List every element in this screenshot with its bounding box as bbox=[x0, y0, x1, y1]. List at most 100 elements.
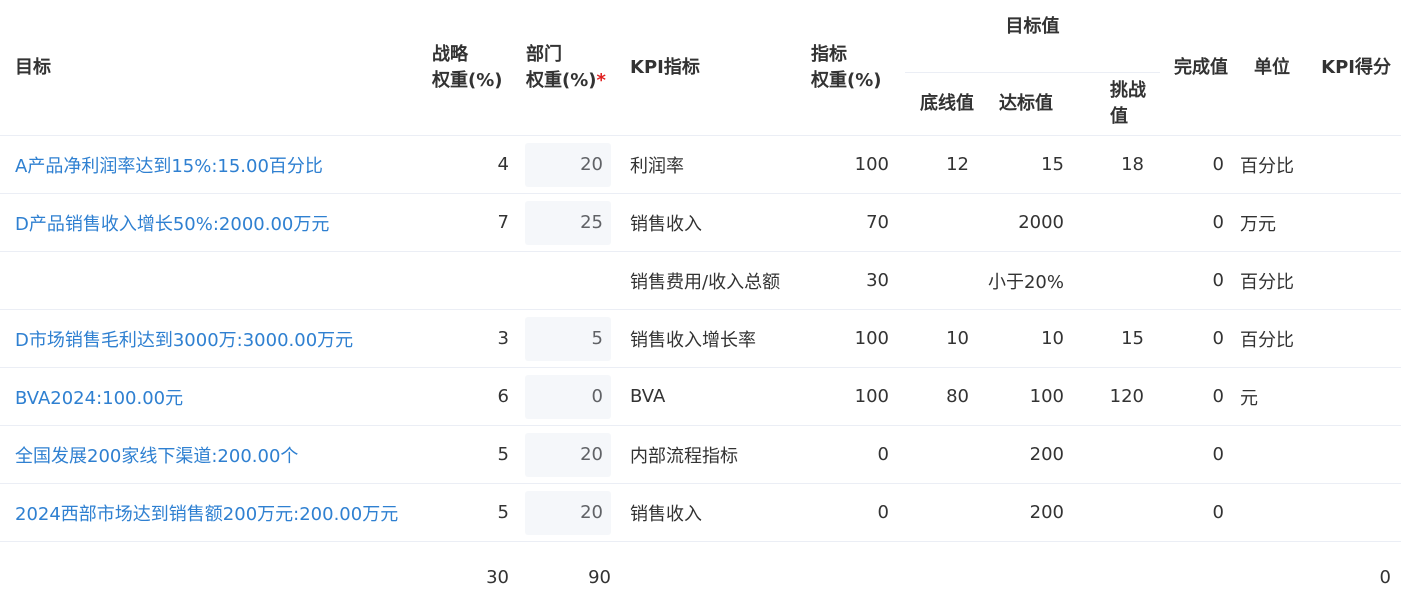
baseline-cell bbox=[905, 483, 985, 542]
completion-cell: 0 bbox=[1160, 309, 1240, 368]
unit-cell bbox=[1240, 483, 1315, 542]
baseline-cell bbox=[905, 425, 985, 484]
unit-cell: 百分比 bbox=[1240, 251, 1315, 310]
index-weight-cell: 100 bbox=[805, 309, 905, 368]
goal-link[interactable]: 2024西部市场达到销售额200万元:200.00万元 bbox=[0, 483, 425, 542]
required-mark: * bbox=[596, 69, 606, 91]
index-weight-cell: 0 bbox=[805, 425, 905, 484]
index-weight-cell: 100 bbox=[805, 135, 905, 194]
index-weight-cell: 70 bbox=[805, 193, 905, 252]
completion-cell: 0 bbox=[1160, 367, 1240, 426]
standard-cell: 小于20% bbox=[985, 251, 1080, 310]
unit-cell: 百分比 bbox=[1240, 309, 1315, 368]
unit-cell: 万元 bbox=[1240, 193, 1315, 252]
totals-row: 30 90 0 bbox=[0, 541, 1401, 600]
table-row: D市场销售毛利达到3000万:3000.00万元 3 5 销售收入增长率 100… bbox=[0, 309, 1401, 368]
dept-weight-cell bbox=[525, 251, 625, 310]
header-dept-weight: 部门 权重(%)* bbox=[525, 0, 625, 136]
dept-weight-input[interactable]: 20 bbox=[525, 483, 625, 542]
dept-weight-input[interactable]: 25 bbox=[525, 193, 625, 252]
header-unit: 单位 bbox=[1254, 56, 1290, 78]
score-cell bbox=[1315, 135, 1401, 194]
goal-link[interactable]: A产品净利润率达到15%:15.00百分比 bbox=[0, 135, 425, 194]
header-dept-weight-line2: 权重(%) bbox=[526, 69, 597, 91]
table-row: 销售费用/收入总额 30 小于20% 0 百分比 bbox=[0, 251, 1401, 310]
completion-cell: 0 bbox=[1160, 193, 1240, 252]
totals-label bbox=[0, 541, 425, 600]
challenge-cell bbox=[1080, 425, 1160, 484]
challenge-cell: 120 bbox=[1080, 367, 1160, 426]
completion-cell: 0 bbox=[1160, 425, 1240, 484]
header-dept-weight-line1: 部门 bbox=[526, 43, 562, 65]
table-row: 全国发展200家线下渠道:200.00个 5 20 内部流程指标 0 200 0 bbox=[0, 425, 1401, 484]
goal-cell bbox=[0, 251, 425, 310]
kpi-cell: 销售收入增长率 bbox=[625, 309, 805, 368]
goal-link[interactable]: 全国发展200家线下渠道:200.00个 bbox=[0, 425, 425, 484]
standard-cell: 15 bbox=[985, 135, 1080, 194]
index-weight-cell: 0 bbox=[805, 483, 905, 542]
challenge-cell: 18 bbox=[1080, 135, 1160, 194]
baseline-cell: 80 bbox=[905, 367, 985, 426]
standard-cell: 2000 bbox=[985, 193, 1080, 252]
challenge-cell bbox=[1080, 483, 1160, 542]
table-row: D产品销售收入增长50%:2000.00万元 7 25 销售收入 70 2000… bbox=[0, 193, 1401, 252]
header-strategy-weight-line2: 权重(%) bbox=[432, 69, 503, 91]
completion-cell: 0 bbox=[1160, 483, 1240, 542]
header-completion: 完成值 bbox=[1174, 56, 1228, 78]
goal-link[interactable]: BVA2024:100.00元 bbox=[0, 367, 425, 426]
challenge-cell bbox=[1080, 251, 1160, 310]
header-kpi-score: KPI得分 bbox=[1321, 56, 1391, 78]
score-cell bbox=[1315, 425, 1401, 484]
completion-cell: 0 bbox=[1160, 251, 1240, 310]
header-baseline: 底线值 bbox=[905, 72, 985, 136]
index-weight-cell: 30 bbox=[805, 251, 905, 310]
score-cell bbox=[1315, 309, 1401, 368]
standard-cell: 200 bbox=[985, 483, 1080, 542]
table-row: BVA2024:100.00元 6 0 BVA 100 80 100 120 0… bbox=[0, 367, 1401, 426]
baseline-cell bbox=[905, 251, 985, 310]
score-cell bbox=[1315, 251, 1401, 310]
score-cell bbox=[1315, 367, 1401, 426]
unit-cell: 百分比 bbox=[1240, 135, 1315, 194]
goal-link[interactable]: D市场销售毛利达到3000万:3000.00万元 bbox=[0, 309, 425, 368]
strategy-weight-cell: 7 bbox=[425, 193, 525, 252]
completion-cell: 0 bbox=[1160, 135, 1240, 194]
kpi-cell: 内部流程指标 bbox=[625, 425, 805, 484]
kpi-cell: 利润率 bbox=[625, 135, 805, 194]
standard-cell: 100 bbox=[985, 367, 1080, 426]
standard-cell: 200 bbox=[985, 425, 1080, 484]
goal-link[interactable]: D产品销售收入增长50%:2000.00万元 bbox=[0, 193, 425, 252]
dept-weight-input[interactable]: 20 bbox=[525, 135, 625, 194]
kpi-cell: BVA bbox=[625, 367, 805, 426]
kpi-cell: 销售收入 bbox=[625, 193, 805, 252]
strategy-weight-cell: 5 bbox=[425, 425, 525, 484]
strategy-weight-cell: 4 bbox=[425, 135, 525, 194]
score-cell bbox=[1315, 483, 1401, 542]
total-dept-weight: 90 bbox=[525, 541, 625, 600]
baseline-cell: 12 bbox=[905, 135, 985, 194]
unit-cell: 元 bbox=[1240, 367, 1315, 426]
header-index-weight-line2: 权重(%) bbox=[811, 69, 882, 91]
standard-cell: 10 bbox=[985, 309, 1080, 368]
table-row: 2024西部市场达到销售额200万元:200.00万元 5 20 销售收入 0 … bbox=[0, 483, 1401, 542]
unit-cell bbox=[1240, 425, 1315, 484]
dept-weight-input[interactable]: 5 bbox=[525, 309, 625, 368]
baseline-cell bbox=[905, 193, 985, 252]
dept-weight-input[interactable]: 0 bbox=[525, 367, 625, 426]
score-cell bbox=[1315, 193, 1401, 252]
dept-weight-input[interactable]: 20 bbox=[525, 425, 625, 484]
header-strategy-weight: 战略 权重(%) bbox=[425, 0, 525, 136]
total-strategy-weight: 30 bbox=[425, 541, 525, 600]
baseline-cell: 10 bbox=[905, 309, 985, 368]
kpi-cell: 销售费用/收入总额 bbox=[625, 251, 805, 310]
challenge-cell bbox=[1080, 193, 1160, 252]
challenge-cell: 15 bbox=[1080, 309, 1160, 368]
index-weight-cell: 100 bbox=[805, 367, 905, 426]
header-index-weight: 指标 权重(%) bbox=[805, 0, 905, 136]
header-goal: 目标 bbox=[15, 56, 51, 78]
header-strategy-weight-line1: 战略 bbox=[432, 43, 468, 65]
strategy-weight-cell: 6 bbox=[425, 367, 525, 426]
strategy-weight-cell: 3 bbox=[425, 309, 525, 368]
strategy-weight-cell bbox=[425, 251, 525, 310]
kpi-table: 目标 战略 权重(%) 部门 权重(%)* KPI指标 指标 权重(%) 目标值… bbox=[0, 0, 1401, 600]
